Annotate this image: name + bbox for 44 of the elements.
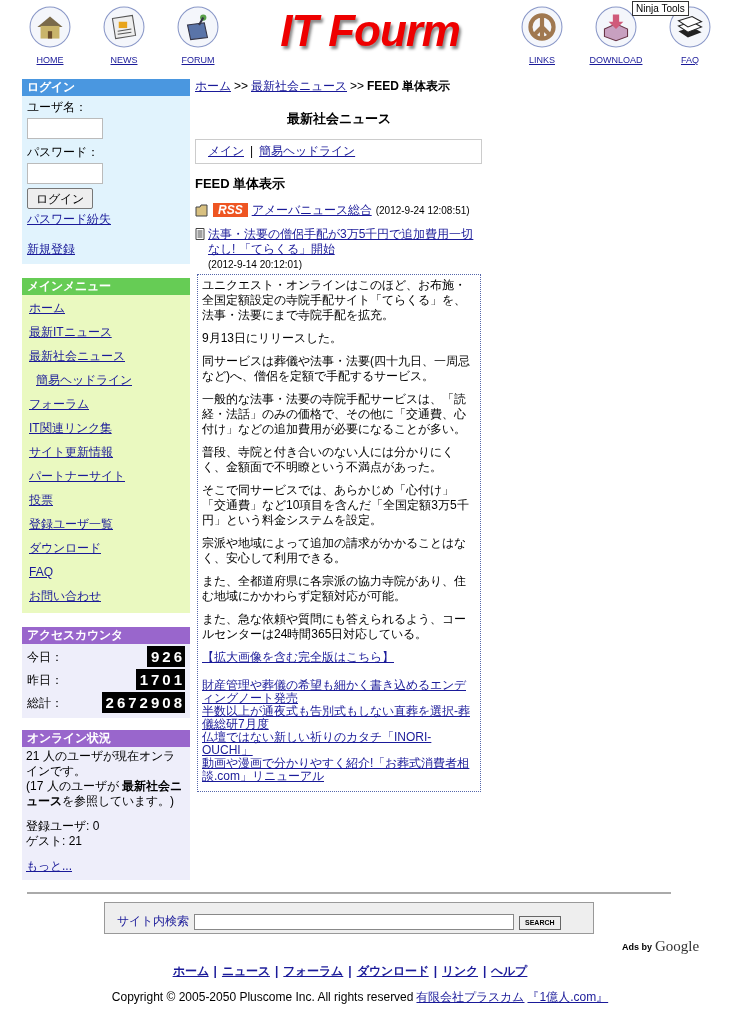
article-paragraph: 同サービスは葬儀や法事・法要(四十九日、一周忌など)へ、僧侶を定額で手配するサービス。 <box>202 354 471 384</box>
article-paragraph: 9月13日にリリースした。 <box>202 331 344 346</box>
status-text: 21 人のユーザが現在オンラインです。 <box>26 749 176 779</box>
article-paragraph: そこで同サービスでは、あらかじめ「心付け」「交通費」など10項目を含んだ「全国定額3万5千円」という料金システムを設定。 <box>202 483 470 528</box>
footer-separator: | <box>483 963 487 980</box>
module-title: 最新社会ニュース <box>286 110 391 128</box>
breadcrumb-current: FEED 単体表示 <box>367 79 451 93</box>
status-text: ゲスト: 21 <box>26 834 82 849</box>
footer-separator: | <box>348 963 352 980</box>
feed-date: (2012-9-24 12:08:51) <box>375 203 470 218</box>
section-title: FEED 単体表示 <box>195 174 286 193</box>
subnav-separator: | <box>250 143 254 160</box>
status-text: (17 人のユーザが 最新社会ニュースを参照しています。) <box>26 779 183 809</box>
counter-label: 今日： <box>27 648 63 666</box>
footer-separator: | <box>433 963 438 980</box>
article-paragraph: また、急な依頼や質問にも答えられるよう、コールセンターは24時間365日対応している。 <box>202 612 467 642</box>
article-paragraph: 宗派や地域によって追加の請求がかかることはなく、安心して利用できる。 <box>202 536 467 566</box>
article-paragraph: ユニクエスト・オンラインはこのほど、お布施・全国定額設定の寺院手配サイト「てらくる」を、法事・法要にまで寺院手配を拡充。 <box>202 278 467 323</box>
counter-value: 1701 <box>135 669 185 690</box>
article-paragraph: 一般的な法事・法要の寺院手配サービスは、「読経・法話」のみの価格で、その他に「交通費、心付け」などの追加費用が必要になることが多い。 <box>202 392 467 437</box>
article-date: (2012-9-14 20:12:01) <box>208 258 302 272</box>
article-paragraph: 普段、寺院と付き合いのない人には分かりにくく、金額面で不明瞭という不満点があった。 <box>202 445 455 475</box>
ads-label: Ads by <box>622 940 652 954</box>
rss-badge: RSS <box>213 203 248 217</box>
counter-value: 926 <box>146 646 185 667</box>
block-title: ログイン <box>22 79 190 96</box>
breadcrumb-separator: >> <box>350 79 365 93</box>
counter-label: 昨日： <box>27 671 63 689</box>
google-logo: Google <box>655 938 700 954</box>
block-title: アクセスカウンタ <box>22 627 190 644</box>
block-title: メインメニュー <box>22 278 190 295</box>
block-title: オンライン状況 <box>22 730 190 747</box>
footer-separator: | <box>274 963 279 980</box>
counter-value: 2672908 <box>101 692 185 713</box>
field-label: ユーザ名： <box>27 99 87 116</box>
field-label: パスワード： <box>27 144 99 161</box>
footer-separator: | <box>213 963 217 980</box>
breadcrumb-separator: >> <box>234 79 248 93</box>
counter-label: 総計： <box>27 694 63 712</box>
site-logo: IT Fourm <box>279 6 461 56</box>
copyright-text: Copyright © 2005-2050 Pluscome Inc. All rights reserved <box>111 989 414 1006</box>
article-paragraph: また、全都道府県に各宗派の協力寺院があり、住む地域にかかわらず定額対応が可能。 <box>202 574 467 604</box>
status-text: 登録ユーザ: 0 <box>26 819 100 834</box>
search-label: サイト内検索 <box>117 913 189 930</box>
